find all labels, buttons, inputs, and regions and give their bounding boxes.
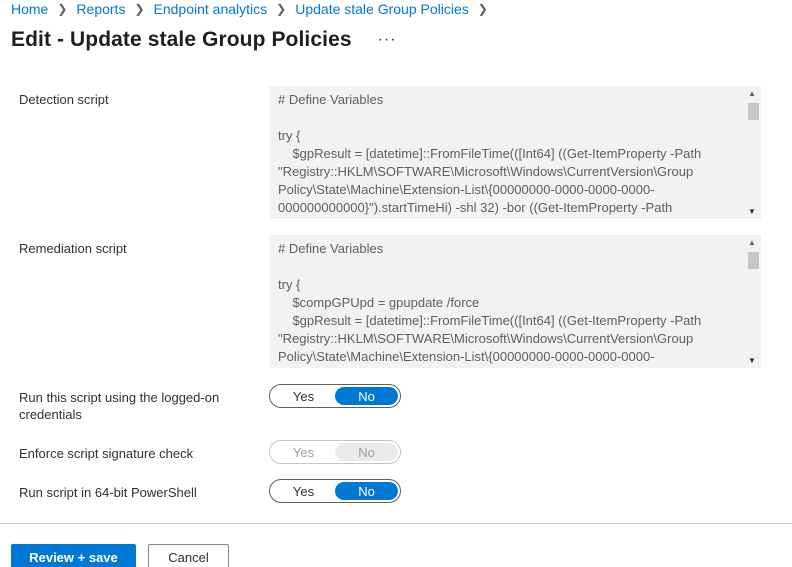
remediation-script-content: # Define Variables try { $compGPUpd = gp… bbox=[278, 241, 702, 364]
detection-script-box[interactable]: # Define Variables try { $gpResult = [da… bbox=[269, 86, 761, 219]
page-title: Edit - Update stale Group Policies bbox=[11, 28, 352, 51]
chevron-right-icon: ❯ bbox=[276, 2, 287, 16]
chevron-right-icon: ❯ bbox=[477, 2, 488, 16]
scroll-up-icon[interactable]: ▲ bbox=[748, 238, 756, 247]
breadcrumb-update-stale-group-policies[interactable]: Update stale Group Policies bbox=[295, 1, 469, 17]
logged-on-credentials-label: Run this script using the logged-on cred… bbox=[19, 390, 220, 422]
detection-script-content: # Define Variables try { $gpResult = [da… bbox=[278, 92, 702, 215]
logged-on-credentials-toggle[interactable]: Yes No bbox=[269, 384, 401, 408]
remediation-script-label: Remediation script bbox=[19, 241, 127, 256]
breadcrumb-reports[interactable]: Reports bbox=[76, 1, 125, 17]
chevron-right-icon: ❯ bbox=[134, 2, 145, 16]
chevron-right-icon: ❯ bbox=[57, 2, 68, 16]
detection-script-label: Detection script bbox=[19, 92, 109, 107]
signature-check-label: Enforce script signature check bbox=[19, 446, 194, 461]
more-icon[interactable]: ··· bbox=[378, 31, 397, 49]
powershell-64bit-label: Run script in 64-bit PowerShell bbox=[19, 485, 197, 500]
scroll-down-icon[interactable]: ▼ bbox=[748, 207, 756, 216]
scroll-down-icon[interactable]: ▼ bbox=[748, 356, 756, 365]
signature-check-toggle: Yes No bbox=[269, 440, 401, 464]
remediation-script-box[interactable]: # Define Variables try { $compGPUpd = gp… bbox=[269, 235, 761, 368]
review-save-button[interactable]: Review + save bbox=[11, 544, 136, 567]
toggle-yes[interactable]: Yes bbox=[272, 482, 335, 500]
scroll-up-icon[interactable]: ▲ bbox=[748, 89, 756, 98]
toggle-no[interactable]: No bbox=[335, 482, 398, 500]
scroll-thumb[interactable] bbox=[748, 252, 759, 269]
powershell-64bit-toggle[interactable]: Yes No bbox=[269, 479, 401, 503]
footer-divider bbox=[0, 523, 792, 524]
title-row: Edit - Update stale Group Policies ··· bbox=[11, 28, 397, 52]
breadcrumb-endpoint-analytics[interactable]: Endpoint analytics bbox=[154, 1, 268, 17]
breadcrumb-home[interactable]: Home bbox=[11, 1, 48, 17]
toggle-no[interactable]: No bbox=[335, 387, 398, 405]
remediation-scrollbar[interactable]: ▲ ▼ bbox=[744, 235, 761, 368]
cancel-button[interactable]: Cancel bbox=[148, 544, 229, 567]
scroll-thumb[interactable] bbox=[748, 103, 759, 120]
toggle-yes[interactable]: Yes bbox=[272, 387, 335, 405]
breadcrumb: Home ❯ Reports ❯ Endpoint analytics ❯ Up… bbox=[11, 1, 497, 17]
toggle-yes: Yes bbox=[292, 444, 315, 460]
detection-scrollbar[interactable]: ▲ ▼ bbox=[744, 86, 761, 219]
toggle-no: No bbox=[335, 443, 398, 461]
